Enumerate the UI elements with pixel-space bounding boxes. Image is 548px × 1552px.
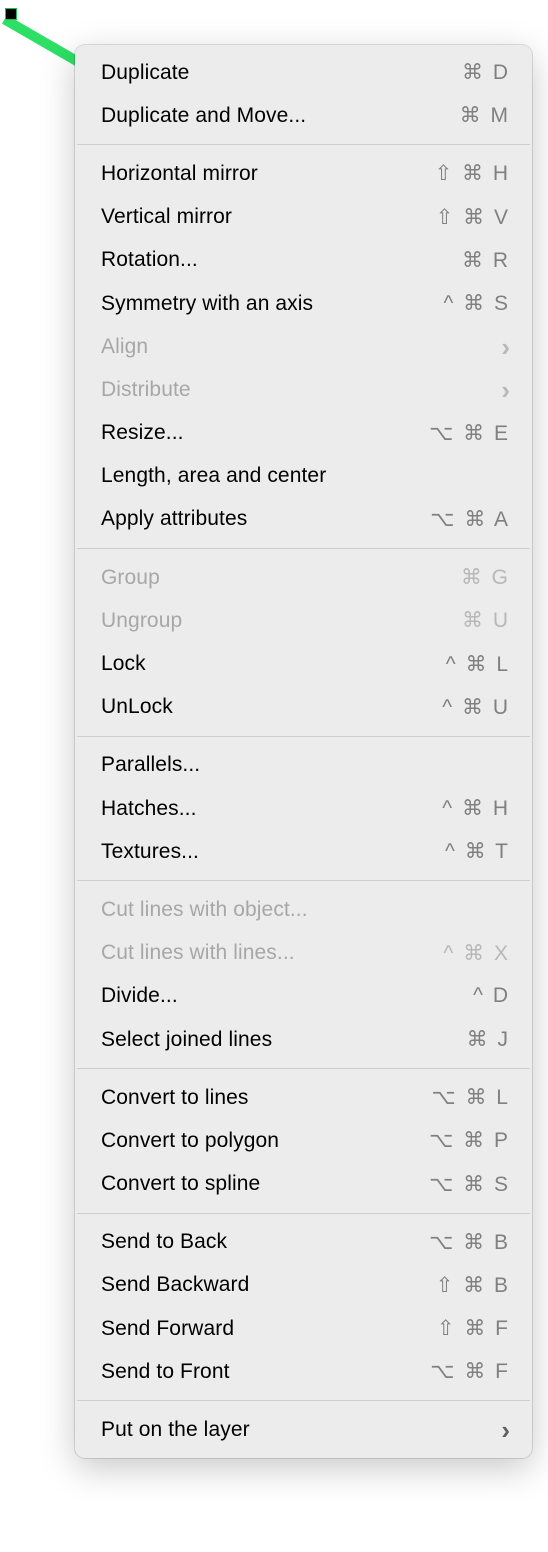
menu-item-shortcut: ^ ⌘ H <box>442 796 510 821</box>
chevron-right-icon: › <box>501 334 510 360</box>
menu-item-label: Send Forward <box>101 1317 234 1341</box>
menu-item-label: Send Backward <box>101 1273 249 1297</box>
menu-item-length-area-center[interactable]: Length, area and center <box>75 455 532 498</box>
menu-item-shortcut: ⌥ ⌘ L <box>431 1085 510 1110</box>
menu-item-shortcut: ^ ⌘ U <box>442 695 510 720</box>
menu-separator <box>77 736 530 737</box>
menu-item-convert-spline[interactable]: Convert to spline ⌥ ⌘ S <box>75 1163 532 1206</box>
menu-separator <box>77 548 530 549</box>
menu-item-distribute: Distribute › <box>75 368 532 411</box>
menu-item-shortcut: ⇧ ⌘ H <box>435 161 510 186</box>
chevron-right-icon: › <box>501 1417 510 1443</box>
menu-item-label: Vertical mirror <box>101 205 232 229</box>
menu-item-lock[interactable]: Lock ^ ⌘ L <box>75 642 532 685</box>
menu-item-label: Convert to polygon <box>101 1129 279 1153</box>
menu-item-label: Duplicate <box>101 61 189 85</box>
context-menu: Duplicate ⌘ D Duplicate and Move... ⌘ M Hori… <box>75 45 532 1458</box>
menu-item-textures[interactable]: Textures... ^ ⌘ T <box>75 830 532 873</box>
menu-item-shortcut: ⌥ ⌘ F <box>430 1359 510 1384</box>
menu-item-label: Send to Front <box>101 1360 230 1384</box>
menu-item-shortcut: ⌥ ⌘ A <box>430 507 510 532</box>
menu-item-label: Cut lines with lines... <box>101 941 295 965</box>
menu-item-label: Send to Back <box>101 1230 227 1254</box>
menu-separator <box>77 1213 530 1214</box>
menu-item-divide[interactable]: Divide... ^ D <box>75 975 532 1018</box>
menu-item-shortcut: ⌘ R <box>462 248 510 273</box>
chevron-right-icon: › <box>501 377 510 403</box>
menu-item-label: Hatches... <box>101 797 197 821</box>
menu-item-ungroup: Ungroup ⌘ U <box>75 599 532 642</box>
menu-item-label: Align <box>101 335 148 359</box>
menu-item-shortcut: ⌥ ⌘ E <box>429 421 510 446</box>
menu-item-send-to-back[interactable]: Send to Back ⌥ ⌘ B <box>75 1221 532 1264</box>
menu-item-shortcut: ⇧ ⌘ B <box>436 1273 510 1298</box>
menu-item-shortcut: ^ ⌘ T <box>445 839 510 864</box>
menu-item-label: Put on the layer <box>101 1418 250 1442</box>
menu-item-shortcut: ⇧ ⌘ F <box>437 1316 510 1341</box>
menu-separator <box>77 144 530 145</box>
menu-item-apply-attributes[interactable]: Apply attributes ⌥ ⌘ A <box>75 498 532 541</box>
menu-item-label: Horizontal mirror <box>101 162 258 186</box>
menu-item-shortcut: ^ ⌘ X <box>443 941 510 966</box>
menu-item-label: Length, area and center <box>101 464 326 488</box>
menu-item-label: Lock <box>101 652 146 676</box>
menu-item-rotation[interactable]: Rotation... ⌘ R <box>75 239 532 282</box>
menu-separator <box>77 1068 530 1069</box>
menu-item-unlock[interactable]: UnLock ^ ⌘ U <box>75 686 532 729</box>
menu-item-shortcut: ⌥ ⌘ P <box>429 1128 510 1153</box>
menu-item-label: Apply attributes <box>101 507 247 531</box>
menu-item-shortcut: ⌘ U <box>462 608 510 633</box>
menu-item-shortcut: ^ ⌘ S <box>443 291 510 316</box>
menu-item-shortcut: ⌥ ⌘ B <box>429 1230 510 1255</box>
selected-shape-line[interactable] <box>2 15 85 69</box>
menu-item-shortcut: ⌘ J <box>467 1027 510 1052</box>
menu-item-symmetry-axis[interactable]: Symmetry with an axis ^ ⌘ S <box>75 282 532 325</box>
menu-item-shortcut: ⌘ G <box>461 565 510 590</box>
menu-item-label: Select joined lines <box>101 1028 272 1052</box>
menu-item-align: Align › <box>75 325 532 368</box>
menu-item-label: Convert to spline <box>101 1172 260 1196</box>
menu-item-duplicate[interactable]: Duplicate ⌘ D <box>75 51 532 94</box>
menu-item-cut-lines-lines: Cut lines with lines... ^ ⌘ X <box>75 932 532 975</box>
menu-item-resize[interactable]: Resize... ⌥ ⌘ E <box>75 412 532 455</box>
selection-handle[interactable] <box>5 8 17 20</box>
menu-item-label: Ungroup <box>101 609 182 633</box>
menu-item-label: Distribute <box>101 378 191 402</box>
menu-item-shortcut: ^ D <box>473 984 510 1008</box>
menu-item-shortcut: ⌘ D <box>462 60 510 85</box>
menu-item-label: Rotation... <box>101 248 198 272</box>
menu-item-shortcut: ⌥ ⌘ S <box>429 1172 510 1197</box>
menu-item-label: Cut lines with object... <box>101 898 308 922</box>
menu-item-label: Group <box>101 566 160 590</box>
menu-item-send-to-front[interactable]: Send to Front ⌥ ⌘ F <box>75 1350 532 1393</box>
menu-item-select-joined[interactable]: Select joined lines ⌘ J <box>75 1018 532 1061</box>
menu-item-label: Convert to lines <box>101 1086 249 1110</box>
menu-separator <box>77 880 530 881</box>
menu-item-shortcut: ⇧ ⌘ V <box>436 205 510 230</box>
menu-item-vertical-mirror[interactable]: Vertical mirror ⇧ ⌘ V <box>75 196 532 239</box>
menu-item-convert-lines[interactable]: Convert to lines ⌥ ⌘ L <box>75 1076 532 1119</box>
menu-separator <box>77 1400 530 1401</box>
menu-item-convert-polygon[interactable]: Convert to polygon ⌥ ⌘ P <box>75 1119 532 1162</box>
menu-item-label: Textures... <box>101 840 199 864</box>
menu-item-label: UnLock <box>101 695 173 719</box>
menu-item-put-on-layer[interactable]: Put on the layer › <box>75 1408 532 1451</box>
menu-item-duplicate-and-move[interactable]: Duplicate and Move... ⌘ M <box>75 94 532 137</box>
menu-item-label: Parallels... <box>101 753 200 777</box>
menu-item-label: Symmetry with an axis <box>101 292 313 316</box>
menu-item-shortcut: ⌘ M <box>460 103 510 128</box>
menu-item-group: Group ⌘ G <box>75 556 532 599</box>
menu-item-label: Divide... <box>101 984 178 1008</box>
menu-item-label: Duplicate and Move... <box>101 104 306 128</box>
menu-item-parallels[interactable]: Parallels... <box>75 744 532 787</box>
menu-item-horizontal-mirror[interactable]: Horizontal mirror ⇧ ⌘ H <box>75 152 532 195</box>
menu-item-label: Resize... <box>101 421 184 445</box>
menu-item-send-forward[interactable]: Send Forward ⇧ ⌘ F <box>75 1307 532 1350</box>
menu-item-shortcut: ^ ⌘ L <box>446 652 510 677</box>
menu-item-hatches[interactable]: Hatches... ^ ⌘ H <box>75 787 532 830</box>
menu-item-cut-lines-object: Cut lines with object... <box>75 888 532 931</box>
menu-item-send-backward[interactable]: Send Backward ⇧ ⌘ B <box>75 1264 532 1307</box>
